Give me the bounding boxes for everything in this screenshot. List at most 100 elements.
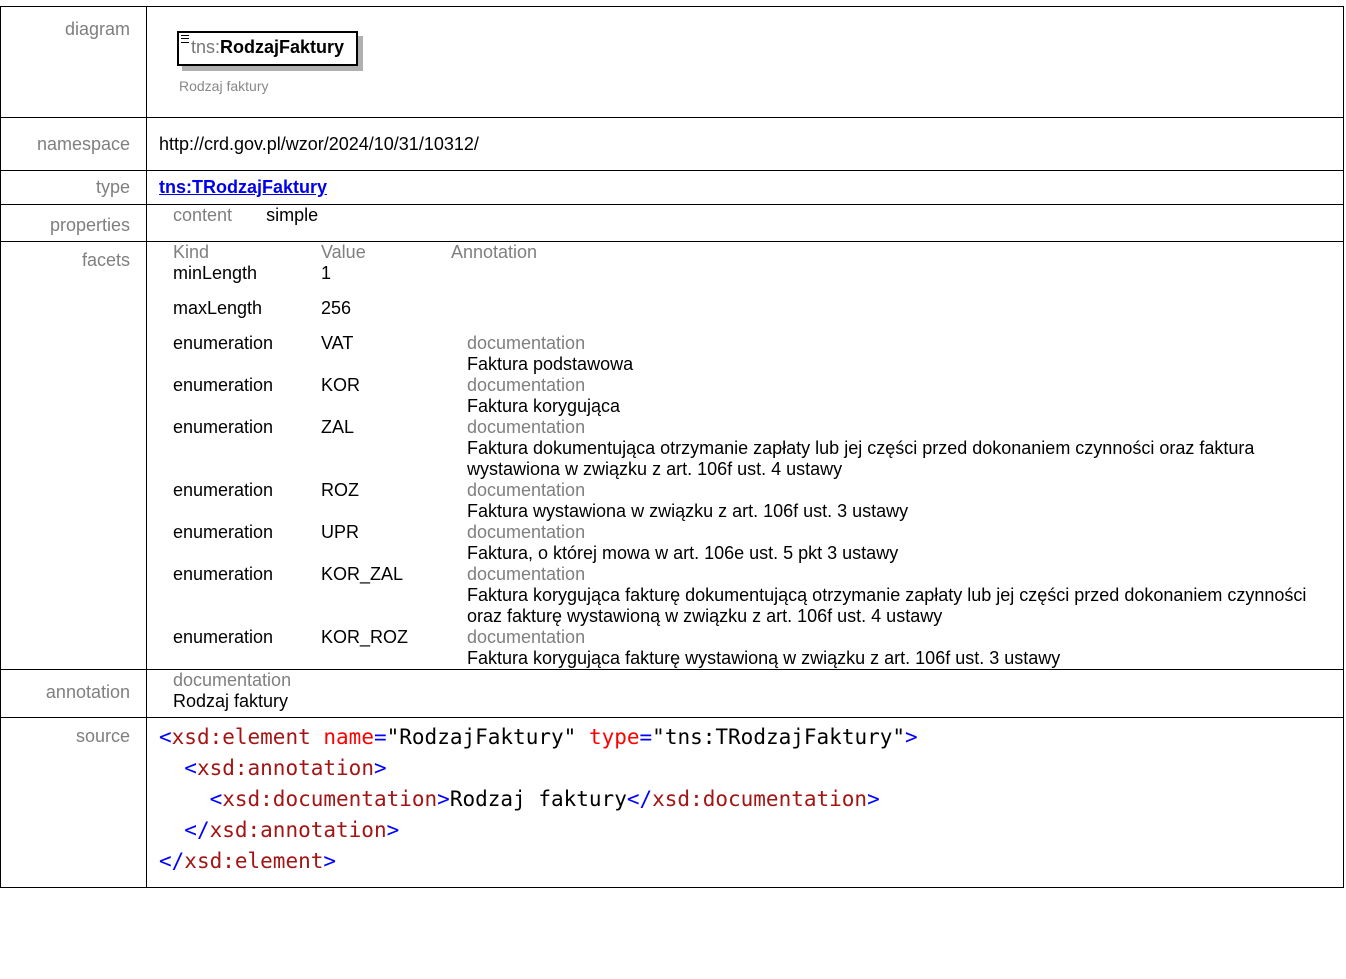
facets-rows: minLength 1 maxLength 256 enumeration VAT docu…: [173, 263, 1343, 669]
facet-annotation: documentation Faktura korygująca: [451, 375, 1323, 417]
src-annotation-open: xsd:annotation: [196, 756, 374, 780]
annotation-cell: documentation Rodzaj faktury: [146, 669, 1344, 718]
facet-doc-label: documentation: [467, 627, 586, 647]
facet-kind: maxLength: [173, 298, 263, 318]
diagram-prefix: tns:: [191, 37, 221, 57]
facet-kind: enumeration: [173, 480, 274, 500]
label-type: type: [0, 170, 147, 205]
facet-row: minLength 1: [173, 263, 1323, 298]
facet-doc-label: documentation: [467, 564, 586, 584]
facet-annotation: documentation Faktura, o której mowa w ar…: [451, 522, 1323, 564]
src-documentation-close: xsd:documentation: [652, 787, 868, 811]
facet-value: KOR_ZAL: [321, 564, 404, 584]
label-properties: properties: [0, 204, 147, 242]
facet-kind: enumeration: [173, 417, 274, 437]
type-cell: tns:TRodzajFaktury: [146, 170, 1344, 205]
facet-row: enumeration UPR documentation Faktura, o kt…: [173, 522, 1323, 564]
facet-doc-text: Faktura korygująca: [467, 396, 621, 416]
type-link[interactable]: tns:TRodzajFaktury: [159, 177, 327, 197]
label-annotation: annotation: [0, 669, 147, 718]
facet-annotation: documentation Faktura dokumentująca otrzy…: [451, 417, 1323, 480]
diagram-cell: tns:RodzajFaktury Rodzaj faktury: [146, 6, 1344, 118]
properties-key: content: [173, 205, 233, 225]
namespace-value: http://crd.gov.pl/wzor/2024/10/31/10312/: [146, 117, 1344, 171]
row-diagram: diagram tns:RodzajFaktury Rodzaj faktury: [0, 6, 1344, 118]
src-documentation-open: xsd:documentation: [222, 787, 438, 811]
facet-doc-text: Faktura wystawiona w związku z art. 106f…: [467, 501, 909, 521]
src-attr-name: name: [323, 725, 374, 749]
facet-annotation: documentation Faktura podstawowa: [451, 333, 1323, 375]
row-annotation: annotation documentation Rodzaj faktury: [0, 669, 1344, 718]
label-diagram: diagram: [0, 6, 147, 118]
diagram-caption: Rodzaj faktury: [179, 78, 269, 94]
facet-row: maxLength 256: [173, 298, 1323, 333]
facet-annotation: [451, 263, 1323, 298]
page: diagram tns:RodzajFaktury Rodzaj faktury…: [0, 0, 1346, 979]
facet-annotation: [451, 298, 1323, 333]
facet-row: enumeration ROZ documentation Faktura wysta…: [173, 480, 1323, 522]
label-namespace: namespace: [0, 117, 147, 171]
row-type: type tns:TRodzajFaktury: [0, 170, 1344, 205]
row-source: source <xsd:element name="RodzajFaktury"…: [0, 717, 1344, 888]
row-facets: facets Kind Value Annotation minLength 1 m…: [0, 241, 1344, 670]
src-name-value: "RodzajFaktury": [386, 725, 577, 749]
element-doc-table: diagram tns:RodzajFaktury Rodzaj faktury…: [0, 6, 1344, 888]
row-properties: properties content simple: [0, 204, 1344, 242]
facet-doc-label: documentation: [467, 480, 586, 500]
facet-kind: enumeration: [173, 564, 274, 584]
facet-kind: enumeration: [173, 333, 274, 353]
facets-header-kind: Kind: [173, 242, 210, 262]
facet-value: UPR: [321, 522, 360, 542]
annotation-doc-text: Rodzaj faktury: [173, 691, 289, 711]
diagram-name: RodzajFaktury: [220, 37, 345, 57]
facets-header: Kind Value Annotation: [173, 242, 537, 263]
facet-value: ZAL: [321, 417, 355, 437]
facet-kind: enumeration: [173, 522, 274, 542]
facet-value: ROZ: [321, 480, 359, 500]
facet-kind: enumeration: [173, 627, 274, 647]
src-annotation-close: xsd:annotation: [209, 818, 387, 842]
label-facets: facets: [0, 241, 147, 670]
facet-kind: enumeration: [173, 375, 274, 395]
properties-cell: content simple: [146, 204, 1344, 242]
facet-value: KOR: [321, 375, 361, 395]
facet-value: VAT: [321, 333, 354, 353]
facet-annotation: documentation Faktura korygująca fakturę …: [451, 627, 1323, 669]
facet-row: enumeration KOR_ZAL documentation Faktura k…: [173, 564, 1323, 627]
facet-value: KOR_ROZ: [321, 627, 409, 647]
src-element-close: xsd:element: [184, 849, 324, 873]
facet-value: 256: [321, 298, 352, 318]
facet-doc-label: documentation: [467, 417, 586, 437]
facet-annotation: documentation Faktura wystawiona w związk…: [451, 480, 1323, 522]
facet-doc-text: Faktura korygująca fakturę wystawioną w …: [467, 648, 1061, 668]
sequence-icon: [181, 35, 189, 43]
row-namespace: namespace http://crd.gov.pl/wzor/2024/10…: [0, 117, 1344, 171]
facet-doc-label: documentation: [467, 375, 586, 395]
facets-header-value: Value: [321, 242, 366, 262]
facet-doc-text: Faktura, o której mowa w art. 106e ust. …: [467, 543, 899, 563]
facet-doc-text: Faktura podstawowa: [467, 354, 634, 374]
facet-value: 1: [321, 263, 332, 283]
diagram-element-box[interactable]: tns:RodzajFaktury: [177, 31, 359, 66]
source-code: <xsd:element name="RodzajFaktury" type="…: [159, 725, 918, 873]
facets-header-annotation: Annotation: [451, 242, 538, 262]
src-attr-type: type: [588, 725, 640, 749]
facets-cell: Kind Value Annotation minLength 1 maxLengt…: [146, 241, 1344, 670]
facets-table: Kind Value Annotation: [173, 242, 537, 263]
facet-row: enumeration KOR documentation Faktura koryg…: [173, 375, 1323, 417]
facet-doc-label: documentation: [467, 522, 586, 542]
src-type-value: "tns:TRodzajFaktury": [652, 725, 906, 749]
facet-annotation: documentation Faktura korygująca fakturę …: [451, 564, 1323, 627]
source-cell: <xsd:element name="RodzajFaktury" type="…: [146, 717, 1344, 888]
properties-value: simple: [266, 205, 319, 225]
facet-doc-text: Faktura korygująca fakturę dokumentującą…: [467, 585, 1307, 626]
annotation-doc-label: documentation: [173, 670, 292, 690]
facet-kind: minLength: [173, 263, 258, 283]
src-element-tag: xsd:element: [171, 725, 311, 749]
facets-body: minLength 1 maxLength 256 enumeration VAT docu…: [173, 263, 1323, 669]
src-doc-text: Rodzaj faktury: [449, 787, 627, 811]
label-source: source: [0, 717, 147, 888]
facet-row: enumeration VAT documentation Faktura podst…: [173, 333, 1323, 375]
facet-doc-text: Faktura dokumentująca otrzymanie zapłaty…: [467, 438, 1255, 479]
facet-doc-label: documentation: [467, 333, 586, 353]
